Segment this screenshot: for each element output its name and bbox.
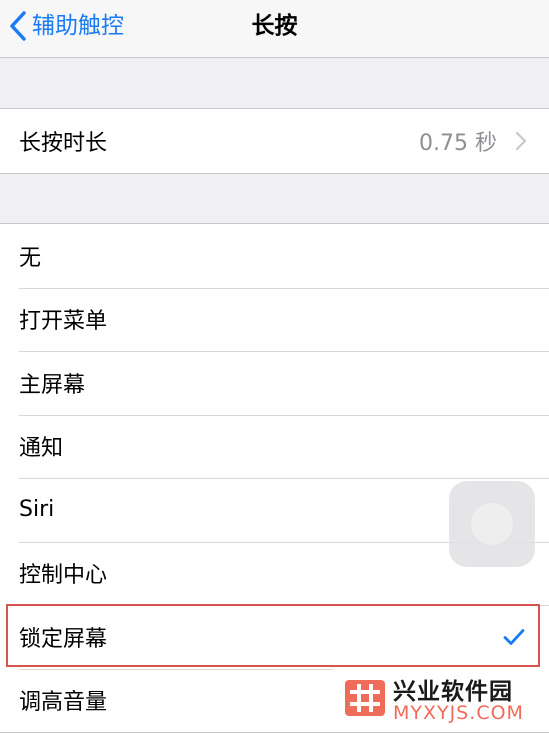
action-label: 通知 xyxy=(19,436,64,462)
actions-list: 无 打开菜单 主屏幕 通知 Siri 控制中心 锁定屏幕 调高音量 xyxy=(0,223,549,733)
action-item-lock-screen[interactable]: 锁定屏幕 xyxy=(0,605,549,669)
action-label: 锁定屏幕 xyxy=(19,626,108,652)
action-label: 调高音量 xyxy=(19,690,108,716)
action-item-notification[interactable]: 通知 xyxy=(0,414,549,479)
duration-group: 长按时长 0.75 秒 xyxy=(0,108,549,174)
chevron-right-icon xyxy=(515,131,527,150)
assistive-touch-button[interactable] xyxy=(449,481,535,567)
action-item-none[interactable]: 无 xyxy=(0,224,549,288)
watermark-subtitle: MYXYJS.COM xyxy=(393,702,524,724)
action-label: 控制中心 xyxy=(19,563,108,589)
action-label: 主屏幕 xyxy=(19,372,86,398)
hash-logo-icon xyxy=(345,680,385,716)
assistive-touch-inner xyxy=(471,503,513,545)
action-label: 打开菜单 xyxy=(19,309,108,335)
action-label: 无 xyxy=(19,245,42,271)
action-label: Siri xyxy=(19,497,55,523)
page-title: 长按 xyxy=(251,13,298,39)
duration-label: 长按时长 xyxy=(19,130,108,156)
duration-row[interactable]: 长按时长 0.75 秒 xyxy=(0,109,549,173)
watermark-title: 兴业软件园 xyxy=(393,679,513,705)
action-item-home[interactable]: 主屏幕 xyxy=(0,351,549,415)
duration-value: 0.75 秒 xyxy=(419,130,497,156)
action-item-open-menu[interactable]: 打开菜单 xyxy=(0,287,549,352)
watermark: 兴业软件园 MYXYJS.COM xyxy=(333,668,549,732)
checkmark-icon xyxy=(503,628,525,645)
navigation-bar: 辅助触控 长按 xyxy=(0,0,549,58)
